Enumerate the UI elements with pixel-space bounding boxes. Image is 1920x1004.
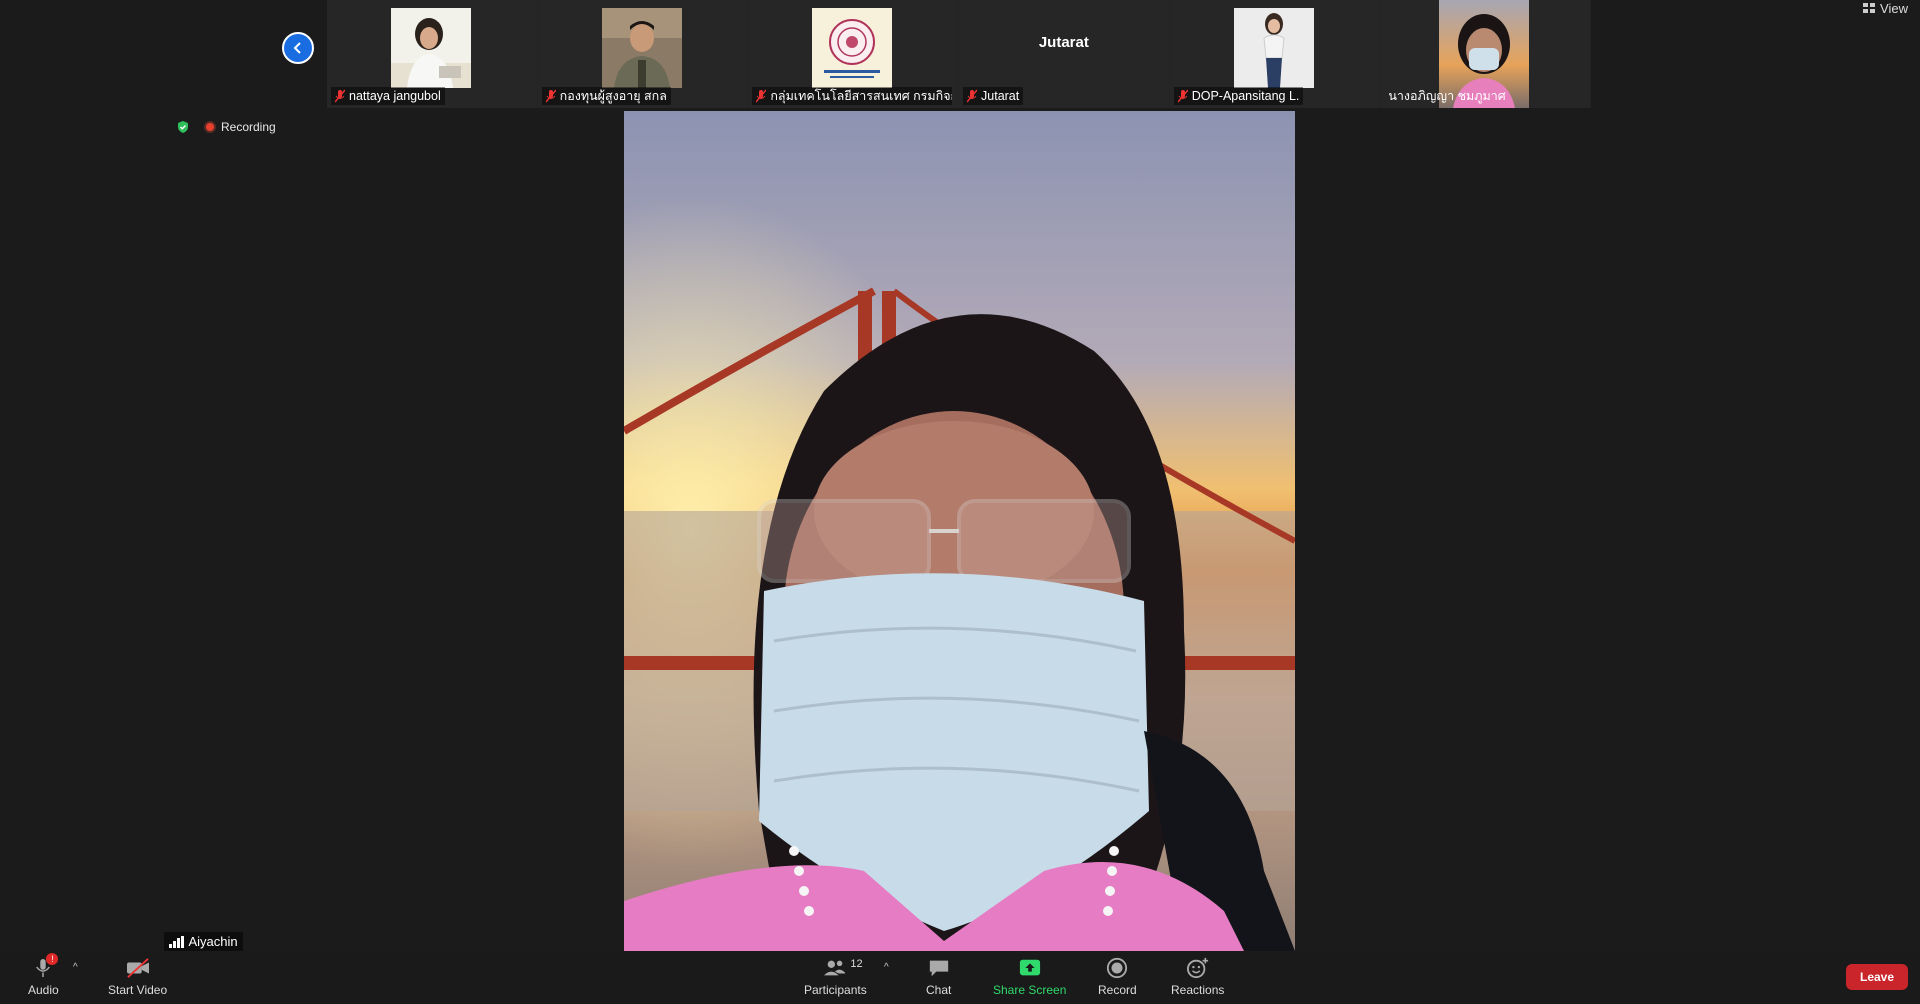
participant-name: nattaya jangubol: [349, 89, 441, 103]
share-screen-label: Share Screen: [993, 983, 1067, 997]
mic-muted-icon: [1177, 89, 1189, 103]
mic-muted-icon: [755, 89, 767, 103]
participant-label: กลุ่มเทคโนโลยีสารสนเทศ กรมกิจกา...: [752, 87, 953, 105]
participants-options-caret-icon[interactable]: ^: [884, 962, 889, 973]
participant-video: [391, 8, 471, 88]
recording-label: Recording: [221, 120, 276, 134]
mic-muted-icon: [334, 89, 346, 103]
participant-label: Jutarat: [963, 87, 1024, 105]
active-speaker-label: Aiyachin: [164, 932, 243, 951]
chevron-left-icon: [293, 42, 301, 54]
record-label: Record: [1098, 983, 1137, 997]
start-video-button[interactable]: Start Video: [108, 956, 167, 997]
previous-page-button[interactable]: [282, 32, 314, 64]
participant-tile[interactable]: nattaya jangubol: [327, 0, 537, 108]
participant-strip: nattaya jangubol กองทุนผู้สูงอายุ สกล กล…: [327, 0, 1591, 108]
leave-button[interactable]: Leave: [1846, 964, 1908, 990]
start-video-label: Start Video: [108, 983, 168, 997]
participants-icon: [824, 960, 846, 976]
view-button[interactable]: View: [1863, 0, 1908, 16]
participant-video: [601, 8, 682, 88]
participants-button[interactable]: 12 Participants: [804, 956, 867, 997]
active-speaker-name: Aiyachin: [188, 934, 238, 949]
participant-name: นางอภิญญา ชมภูมาศ: [1388, 89, 1506, 103]
participant-label: กองทุนผู้สูงอายุ สกล: [541, 87, 671, 105]
participant-video: [1233, 8, 1314, 88]
reactions-label: Reactions: [1171, 983, 1225, 997]
meeting-status: Recording: [176, 120, 276, 134]
video-off-icon: [126, 958, 149, 978]
view-label: View: [1880, 0, 1908, 16]
participant-video: [812, 8, 893, 88]
recording-indicator[interactable]: Recording: [204, 120, 276, 134]
grid-view-icon: [1863, 3, 1876, 13]
audio-button[interactable]: ! Audio: [28, 953, 59, 997]
record-dot-icon: [204, 121, 216, 133]
participant-name: กลุ่มเทคโนโลยีสารสนเทศ กรมกิจกา...: [770, 89, 952, 103]
audio-options-caret-icon[interactable]: ^: [73, 962, 78, 973]
participant-name: DOP-Apansitang L.: [1191, 89, 1300, 103]
chat-button[interactable]: Chat: [926, 956, 951, 997]
reactions-button[interactable]: Reactions: [1171, 956, 1224, 997]
participant-name: Jutarat: [981, 89, 1020, 103]
meeting-toolbar: ! Audio ^ Start Video 12 Participants ^ …: [0, 952, 1920, 1004]
participants-count: 12: [850, 958, 863, 970]
chat-label: Chat: [926, 983, 952, 997]
participant-tile[interactable]: นางอภิญญา ชมภูมาศ: [1380, 0, 1591, 108]
participants-label: Participants: [804, 983, 867, 997]
participant-label: DOP-Apansitang L.: [1173, 87, 1304, 105]
share-screen-icon: [1019, 959, 1040, 976]
participant-label: nattaya jangubol: [331, 87, 445, 105]
audio-label: Audio: [28, 983, 59, 997]
participant-tile[interactable]: กลุ่มเทคโนโลยีสารสนเทศ กรมกิจกา...: [748, 0, 959, 108]
active-speaker-video: [624, 111, 1295, 951]
chat-icon: [929, 960, 948, 977]
participant-tile[interactable]: กองทุนผู้สูงอายุ สกล: [537, 0, 748, 108]
record-button[interactable]: Record: [1098, 956, 1137, 997]
shield-icon[interactable]: [176, 120, 190, 134]
mic-muted-icon: [545, 89, 557, 103]
participant-display-name: Jutarat: [1038, 34, 1089, 51]
signal-strength-icon: [169, 935, 184, 948]
participant-label: นางอภิญญา ชมภูมาศ: [1384, 87, 1509, 105]
share-screen-button[interactable]: Share Screen: [993, 956, 1066, 997]
audio-warning-badge: !: [46, 953, 59, 965]
record-icon: [1107, 957, 1128, 979]
participant-tile[interactable]: Jutarat Jutarat: [959, 0, 1169, 108]
meeting-window: View nattaya jangubol กองทุนผู้สูงอายุ ส…: [0, 0, 1920, 1004]
participant-tile[interactable]: DOP-Apansitang L.: [1169, 0, 1380, 108]
participant-name: กองทุนผู้สูงอายุ สกล: [559, 89, 667, 103]
smiley-plus-icon: [1186, 957, 1208, 979]
mic-muted-icon: [966, 89, 978, 103]
